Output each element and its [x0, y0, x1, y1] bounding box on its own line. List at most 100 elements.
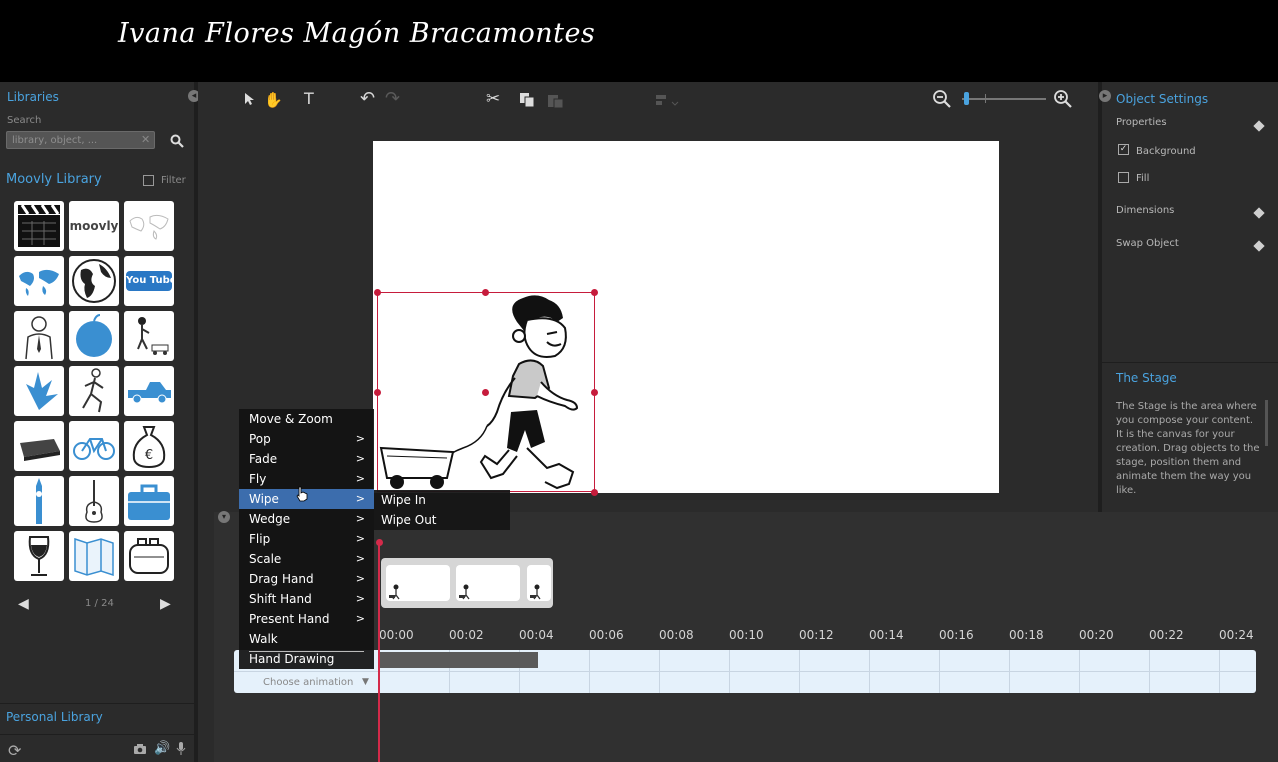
animation-clip-bar[interactable] [380, 652, 538, 668]
text-tool-icon[interactable]: T [304, 89, 314, 108]
refresh-icon[interactable]: ⟳ [8, 741, 21, 760]
playhead-handle[interactable] [375, 539, 383, 546]
previous-page-arrow-icon[interactable]: ◀ [18, 596, 29, 612]
thumb-big-ben[interactable] [14, 476, 64, 526]
track-row-divider [234, 671, 1256, 672]
resize-handle[interactable] [374, 289, 381, 296]
thumb-world-map-blue[interactable] [14, 256, 64, 306]
menu-item-present-hand[interactable]: Present Hand > [239, 609, 374, 629]
redo-icon[interactable]: ↷ [385, 88, 400, 109]
thumb-wine-glass[interactable] [14, 531, 64, 581]
thumb-youtube-logo[interactable]: You Tube [124, 256, 174, 306]
boy-with-wagon-icon [459, 584, 470, 600]
align-icon[interactable] [655, 94, 679, 108]
resize-handle[interactable] [591, 389, 598, 396]
zoom-slider-track[interactable] [962, 98, 1046, 100]
menu-item-fade[interactable]: Fade > [239, 449, 374, 469]
folded-map-icon [74, 537, 114, 577]
menu-item-hand-drawing[interactable]: Hand Drawing [239, 649, 374, 669]
thumb-world-map-outline[interactable] [124, 201, 174, 251]
resize-handle[interactable] [591, 489, 598, 496]
menu-item-label: Present Hand [249, 612, 330, 626]
zoom-in-icon[interactable] [1054, 90, 1072, 108]
resize-handle[interactable] [482, 289, 489, 296]
thumb-globe[interactable] [69, 256, 119, 306]
keyframe-thumbnail[interactable] [456, 565, 520, 601]
filter-checkbox[interactable] [143, 175, 154, 186]
choose-animation-dropdown[interactable]: Choose animation [263, 677, 353, 688]
menu-item-move-zoom[interactable]: Move & Zoom [239, 409, 374, 429]
thumb-money-bag[interactable]: € [124, 421, 174, 471]
collapse-right-panel-icon[interactable]: ▸ [1099, 90, 1111, 102]
thumb-toolbox[interactable] [124, 476, 174, 526]
properties-section[interactable]: Properties [1116, 117, 1167, 128]
select-pointer-icon[interactable] [244, 92, 256, 106]
menu-item-wipe-in[interactable]: Wipe In [381, 493, 426, 507]
copy-icon[interactable] [519, 92, 537, 108]
thumb-clapperboard[interactable] [14, 201, 64, 251]
menu-item-wipe-out[interactable]: Wipe Out [381, 513, 437, 527]
timeline-tick-label: 00:24 [1219, 628, 1254, 642]
thumb-boy-with-wagon[interactable] [124, 311, 174, 361]
menu-item-label: Pop [249, 432, 271, 446]
thumb-banana[interactable] [14, 366, 64, 416]
undo-icon[interactable]: ↶ [360, 88, 375, 109]
zoom-slider-thumb[interactable] [964, 92, 970, 105]
resize-handle[interactable] [591, 289, 598, 296]
mouse-cursor-hand-icon [296, 486, 308, 502]
thumb-bicycle[interactable] [69, 421, 119, 471]
timeline-tick-label: 00:04 [519, 628, 554, 642]
timeline-tick-label: 00:16 [939, 628, 974, 642]
camera-icon[interactable] [133, 743, 147, 755]
timeline-tick-label: 00:10 [729, 628, 764, 642]
keyframe-thumbnail[interactable] [527, 565, 551, 601]
search-icon[interactable] [170, 134, 184, 148]
menu-item-label: Wedge [249, 512, 291, 526]
clear-search-icon[interactable]: ✕ [141, 133, 150, 146]
menu-item-scale[interactable]: Scale > [239, 549, 374, 569]
menu-item-label: Drag Hand [249, 572, 314, 586]
background-checkbox[interactable]: ✓ [1118, 144, 1129, 155]
thumb-guitar[interactable] [69, 476, 119, 526]
playhead[interactable] [378, 542, 380, 762]
keyframe-thumbnail[interactable] [386, 565, 450, 601]
resize-handle[interactable] [374, 389, 381, 396]
running-man-icon [82, 368, 104, 413]
paste-icon[interactable] [547, 93, 565, 109]
zoom-out-icon[interactable] [933, 90, 951, 108]
moovly-library-header: Moovly Library [6, 172, 102, 187]
collapse-timeline-icon[interactable]: ▾ [218, 511, 230, 523]
menu-item-flip[interactable]: Flip > [239, 529, 374, 549]
timeline-tick-label: 00:14 [869, 628, 904, 642]
moovly-logo: moovly [69, 219, 119, 233]
swap-object-section[interactable]: Swap Object [1116, 238, 1179, 249]
fill-checkbox[interactable] [1118, 172, 1129, 183]
thumb-running-man[interactable] [69, 366, 119, 416]
dimensions-section[interactable]: Dimensions [1116, 205, 1174, 216]
menu-item-drag-hand[interactable]: Drag Hand > [239, 569, 374, 589]
boy-with-wagon-icon [137, 317, 169, 355]
rotation-center-handle[interactable] [482, 389, 489, 396]
thumb-apple[interactable] [69, 311, 119, 361]
thumb-moovly-logo[interactable]: moovly [69, 201, 119, 251]
personal-library-header[interactable]: Personal Library [6, 710, 103, 724]
thumb-pickup-truck[interactable] [124, 366, 174, 416]
library-search-input[interactable] [6, 131, 155, 149]
menu-item-label: Scale [249, 552, 282, 566]
thumb-businessman[interactable] [14, 311, 64, 361]
thumb-toaster[interactable] [124, 531, 174, 581]
next-page-arrow-icon[interactable]: ▶ [160, 596, 171, 612]
menu-item-walk[interactable]: Walk [239, 629, 374, 649]
submenu-arrow-icon: > [355, 612, 365, 625]
hand-pan-icon[interactable]: ✋ [264, 91, 283, 109]
microphone-icon[interactable] [176, 742, 186, 756]
thumb-briefcase[interactable] [14, 421, 64, 471]
thumb-folded-map[interactable] [69, 531, 119, 581]
menu-item-wedge[interactable]: Wedge > [239, 509, 374, 529]
audio-icon[interactable]: 🔊 [154, 741, 170, 756]
scrollbar[interactable] [1265, 400, 1268, 446]
menu-item-pop[interactable]: Pop > [239, 429, 374, 449]
dropdown-arrow-icon[interactable]: ▼ [362, 677, 369, 687]
menu-item-shift-hand[interactable]: Shift Hand > [239, 589, 374, 609]
cut-icon[interactable]: ✂ [486, 89, 500, 109]
